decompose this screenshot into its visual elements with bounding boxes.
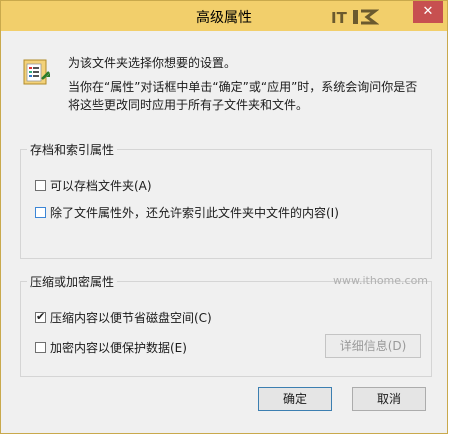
compress-checkbox-label: 压缩内容以便节省磁盘空间(C): [50, 310, 212, 325]
close-button[interactable]: ✕: [413, 1, 443, 23]
title-bar[interactable]: 高级属性 IT ✕: [1, 1, 447, 31]
svg-text:IT: IT: [331, 9, 348, 27]
archive-checkbox-row[interactable]: 可以存档文件夹(A): [35, 177, 152, 193]
ithome-logo-icon: IT: [331, 9, 379, 27]
checkmark-icon: ✔: [36, 309, 46, 323]
index-checkbox-row[interactable]: 除了文件属性外，还允许索引此文件夹中文件的内容(I): [35, 204, 339, 220]
dialog-body: 为该文件夹选择你想要的设置。 当你在“属性”对话框中单击“确定”或“应用”时，系…: [8, 31, 440, 427]
encrypt-checkbox[interactable]: [35, 341, 46, 353]
archive-checkbox[interactable]: [35, 179, 46, 191]
folder-settings-icon: [23, 59, 50, 85]
archive-checkbox-label: 可以存档文件夹(A): [50, 178, 152, 193]
advanced-attributes-dialog: 高级属性 IT ✕ 为该文件夹选择你想要的设置。 当你在“属性”对话框中单击“确…: [0, 0, 448, 434]
index-checkbox[interactable]: [35, 206, 46, 218]
watermark-url: www.ithome.com: [333, 274, 429, 287]
encrypt-checkbox-label: 加密内容以便保护数据(E): [50, 340, 187, 355]
compress-checkbox-row[interactable]: ✔ 压缩内容以便节省磁盘空间(C): [35, 309, 212, 325]
cancel-button[interactable]: 取消: [352, 387, 426, 411]
encrypt-checkbox-row[interactable]: 加密内容以便保护数据(E): [35, 339, 187, 355]
description-text: 当你在“属性”对话框中单击“确定”或“应用”时，系统会询问你是否将这些更改同时应…: [68, 80, 418, 112]
index-checkbox-label: 除了文件属性外，还允许索引此文件夹中文件的内容(I): [50, 205, 339, 220]
details-button[interactable]: 详细信息(D): [325, 334, 421, 358]
intro-text: 为该文件夹选择你想要的设置。: [68, 56, 237, 70]
compress-encrypt-group: 压缩或加密属性 ✔ 压缩内容以便节省磁盘空间(C) 加密内容以便保护数据(E) …: [20, 273, 432, 377]
close-icon: ✕: [422, 4, 434, 19]
compress-checkbox[interactable]: ✔: [35, 309, 46, 323]
archive-group-label: 存档和索引属性: [27, 141, 118, 158]
compress-group-label: 压缩或加密属性: [27, 273, 118, 290]
dialog-title: 高级属性: [196, 10, 252, 26]
archive-index-group: 存档和索引属性 可以存档文件夹(A) 除了文件属性外，还允许索引此文件夹中文件的…: [20, 141, 432, 259]
ok-button[interactable]: 确定: [258, 387, 332, 411]
